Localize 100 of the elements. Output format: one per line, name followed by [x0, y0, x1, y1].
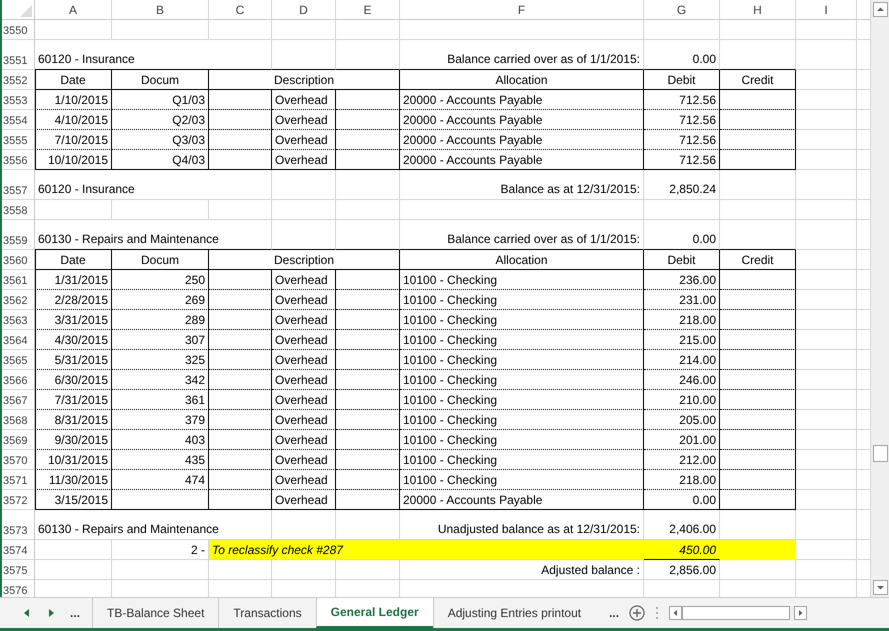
- allocation-cell: 10100 - Checking: [400, 330, 644, 350]
- column-heading: Description: [209, 250, 400, 270]
- date-cell: 7/31/2015: [35, 390, 112, 410]
- description-cell: Overhead: [272, 450, 336, 470]
- debit-cell: 218.00: [644, 310, 720, 330]
- adjustment-memo: To reclassify check #287: [209, 540, 644, 560]
- description-cell: Overhead: [272, 290, 336, 310]
- horizontal-scrollbar[interactable]: [669, 606, 808, 620]
- allocation-cell: 10100 - Checking: [400, 310, 644, 330]
- sheet-tab[interactable]: TB-Balance Sheet: [92, 598, 218, 628]
- debit-cell: 215.00: [644, 330, 720, 350]
- date-cell: 10/31/2015: [35, 450, 112, 470]
- date-cell: 1/31/2015: [35, 270, 112, 290]
- description-cell: Overhead: [272, 430, 336, 450]
- date-cell: 2/28/2015: [35, 290, 112, 310]
- description-cell: Overhead: [272, 310, 336, 330]
- document-cell: 403: [112, 430, 209, 450]
- row-number[interactable]: 3550: [2, 20, 35, 40]
- date-cell: 4/10/2015: [35, 110, 112, 130]
- allocation-cell: 10100 - Checking: [400, 270, 644, 290]
- more-sheets-button[interactable]: ...: [68, 606, 92, 620]
- sheet-tab[interactable]: Adjusting Entries printout: [432, 598, 596, 628]
- column-heading: Debit: [644, 250, 720, 270]
- allocation-cell: 10100 - Checking: [400, 410, 644, 430]
- scroll-left-icon[interactable]: [669, 606, 682, 620]
- debit-cell: 231.00: [644, 290, 720, 310]
- date-cell: 8/31/2015: [35, 410, 112, 430]
- column-heading: Allocation: [400, 250, 644, 270]
- allocation-cell: 10100 - Checking: [400, 370, 644, 390]
- allocation-cell: 10100 - Checking: [400, 470, 644, 490]
- description-cell: Overhead: [272, 110, 336, 130]
- scrollbar-thumb[interactable]: [682, 606, 790, 620]
- scroll-right-icon[interactable]: [794, 606, 808, 620]
- vertical-scrollbar[interactable]: [870, 0, 889, 597]
- debit-cell: 212.00: [644, 450, 720, 470]
- allocation-cell: 10100 - Checking: [400, 350, 644, 370]
- allocation-cell: 10100 - Checking: [400, 290, 644, 310]
- date-cell: 7/10/2015: [35, 130, 112, 150]
- description-cell: Overhead: [272, 270, 336, 290]
- sheet-tab[interactable]: General Ledger: [316, 598, 433, 628]
- allocation-cell: 10100 - Checking: [400, 430, 644, 450]
- debit-cell: 712.56: [644, 150, 720, 170]
- date-cell: 11/30/2015: [35, 470, 112, 490]
- allocation-cell: 20000 - Accounts Payable: [400, 130, 644, 150]
- document-cell: Q3/03: [112, 130, 209, 150]
- description-cell: Overhead: [272, 150, 336, 170]
- column-heading: Date: [35, 70, 112, 90]
- date-cell: 6/30/2015: [35, 370, 112, 390]
- document-cell: Q4/03: [112, 150, 209, 170]
- adjustment-amount: 450.00: [644, 540, 720, 560]
- splitter-handle-icon[interactable]: [655, 606, 660, 620]
- more-sheets-button[interactable]: ...: [595, 606, 626, 620]
- description-cell: Overhead: [272, 470, 336, 490]
- description-cell: Overhead: [272, 490, 336, 510]
- date-cell: 5/31/2015: [35, 350, 112, 370]
- debit-cell: 214.00: [644, 350, 720, 370]
- document-cell: 474: [112, 470, 209, 490]
- scroll-down-icon[interactable]: [872, 580, 888, 595]
- description-cell: Overhead: [272, 130, 336, 150]
- allocation-cell: 20000 - Accounts Payable: [400, 110, 644, 130]
- debit-cell: 712.56: [644, 130, 720, 150]
- debit-cell: 712.56: [644, 90, 720, 110]
- description-cell: Overhead: [272, 330, 336, 350]
- document-cell: 325: [112, 350, 209, 370]
- row-number[interactable]: 3575: [2, 560, 35, 580]
- date-cell: 3/15/2015: [35, 490, 112, 510]
- date-cell: 10/10/2015: [35, 150, 112, 170]
- date-cell: 4/30/2015: [35, 330, 112, 350]
- document-cell: 379: [112, 410, 209, 430]
- document-cell: 269: [112, 290, 209, 310]
- debit-cell: 201.00: [644, 430, 720, 450]
- account-title: 60120 - Insurance: [35, 40, 272, 70]
- column-heading: Credit: [720, 70, 796, 90]
- row-number[interactable]: 3574: [2, 540, 35, 560]
- column-heading: Description: [209, 70, 400, 90]
- document-cell: 435: [112, 450, 209, 470]
- description-cell: Overhead: [272, 90, 336, 110]
- document-cell: 342: [112, 370, 209, 390]
- allocation-cell: 10100 - Checking: [400, 390, 644, 410]
- date-cell: 1/10/2015: [35, 90, 112, 110]
- allocation-cell: 20000 - Accounts Payable: [400, 150, 644, 170]
- description-cell: Overhead: [272, 390, 336, 410]
- column-heading: Docum: [112, 250, 209, 270]
- column-heading: Credit: [720, 250, 796, 270]
- document-cell: 250: [112, 270, 209, 290]
- document-cell: 307: [112, 330, 209, 350]
- debit-cell: 712.56: [644, 110, 720, 130]
- scrollbar-thumb[interactable]: [872, 445, 888, 462]
- add-sheet-icon[interactable]: [629, 605, 646, 621]
- date-cell: 9/30/2015: [35, 430, 112, 450]
- debit-cell: 205.00: [644, 410, 720, 430]
- scroll-up-icon[interactable]: [872, 2, 888, 17]
- document-cell: 361: [112, 390, 209, 410]
- description-cell: Overhead: [272, 410, 336, 430]
- row-number[interactable]: 3558: [2, 200, 35, 220]
- column-heading: Docum: [112, 70, 209, 90]
- description-cell: Overhead: [272, 350, 336, 370]
- allocation-cell: 20000 - Accounts Payable: [400, 90, 644, 110]
- column-heading: Debit: [644, 70, 720, 90]
- debit-cell: 236.00: [644, 270, 720, 290]
